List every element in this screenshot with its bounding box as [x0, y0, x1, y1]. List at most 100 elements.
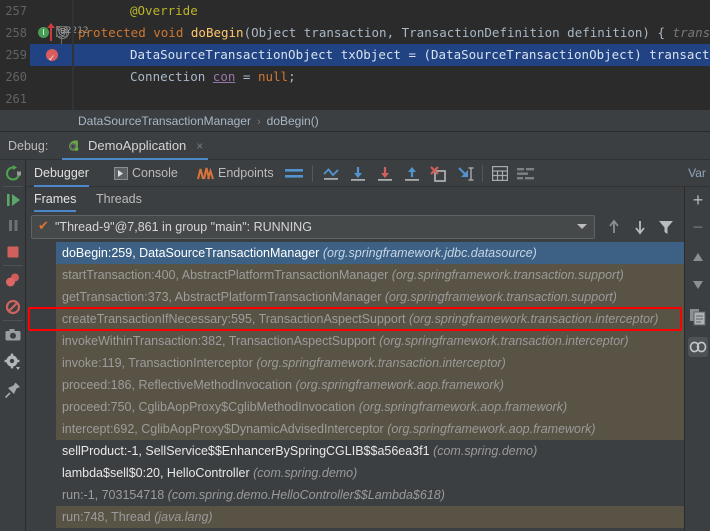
- settings-gear-icon[interactable]: [3, 352, 23, 372]
- frame-package: (org.springframework.aop.framework): [358, 400, 568, 414]
- run-configuration-tab[interactable]: DemoApplication ×: [62, 132, 209, 160]
- view-breakpoints-icon[interactable]: [3, 270, 23, 290]
- frame-package: (org.springframework.transaction.interce…: [408, 312, 659, 326]
- copy-value-icon[interactable]: [688, 307, 708, 327]
- frame-row[interactable]: invoke:119, TransactionInterceptor (org.…: [56, 352, 684, 374]
- breadcrumb-method[interactable]: doBegin(): [267, 114, 319, 128]
- step-up-frame-icon[interactable]: [604, 217, 624, 237]
- step-into-icon[interactable]: [376, 166, 394, 187]
- frame-row[interactable]: run:-1, 703154718 (com.spring.demo.Hello…: [56, 484, 684, 506]
- frame-row-highlighted[interactable]: createTransactionIfNecessary:595, Transa…: [56, 308, 684, 330]
- breadcrumb[interactable]: DataSourceTransactionManager › doBegin(): [0, 110, 710, 132]
- frame-method: run:748, Thread: [62, 510, 151, 524]
- frame-row[interactable]: proceed:186, ReflectiveMethodInvocation …: [56, 374, 684, 396]
- evaluate-expression-icon[interactable]: [491, 165, 509, 186]
- line-number: 258: [5, 26, 27, 40]
- frame-row[interactable]: proceed:750, CglibAopProxy$CglibMethodIn…: [56, 396, 684, 418]
- frame-row[interactable]: getTransaction:373, AbstractPlatformTran…: [56, 286, 684, 308]
- force-step-into-icon[interactable]: [430, 166, 448, 187]
- pin-icon[interactable]: [3, 380, 23, 400]
- frame-row[interactable]: startTransaction:400, AbstractPlatformTr…: [56, 264, 684, 286]
- tab-endpoints[interactable]: Endpoints: [196, 160, 274, 187]
- gutter-261: [32, 88, 72, 110]
- add-watch-icon[interactable]: +: [688, 190, 708, 210]
- frame-row[interactable]: doBegin:259, DataSourceTransactionManage…: [56, 242, 684, 264]
- layout-settings-icon[interactable]: [517, 167, 534, 185]
- close-icon[interactable]: ×: [196, 132, 203, 160]
- stop-icon[interactable]: [3, 242, 23, 262]
- code-line-257[interactable]: 257 @Override: [0, 0, 710, 22]
- thread-selector-dropdown[interactable]: ✔ "Thread-9"@7,861 in group "main": RUNN…: [31, 215, 595, 239]
- rerun-icon[interactable]: [3, 164, 23, 184]
- remove-watch-icon[interactable]: −: [688, 217, 708, 237]
- frame-method: createTransactionIfNecessary:595, Transa…: [62, 312, 406, 326]
- frame-row[interactable]: sellProduct:-1, SellService$$EnhancerByS…: [56, 440, 684, 462]
- frame-method: sellProduct:-1, SellService$$EnhancerByS…: [62, 444, 430, 458]
- resume-program-icon[interactable]: [3, 190, 23, 210]
- code-line-258[interactable]: 258 I @ \u2212 protected void doBegin(Ob…: [0, 22, 710, 44]
- run-to-cursor-icon[interactable]: [457, 166, 475, 187]
- method-breakpoint-icon[interactable]: I: [38, 27, 49, 38]
- tab-frames[interactable]: Frames: [34, 187, 77, 212]
- frame-package: (java.lang): [154, 510, 213, 524]
- show-execution-point-icon[interactable]: [322, 166, 340, 187]
- frame-method: intercept:692, CglibAopProxy$DynamicAdvi…: [62, 422, 384, 436]
- frame-method: doBegin:259, DataSourceTransactionManage…: [62, 246, 320, 260]
- gutter-259[interactable]: [32, 44, 72, 70]
- frame-package: (org.springframework.transaction.support…: [384, 290, 617, 304]
- breakpoint-verified-icon[interactable]: [46, 48, 58, 70]
- override-arrow-icon[interactable]: [47, 23, 55, 41]
- variables-toolbar: + −: [684, 187, 710, 531]
- line-number: 259: [0, 44, 30, 66]
- gutter-divider: [72, 44, 74, 66]
- thread-selector-bar: ✔ "Thread-9"@7,861 in group "main": RUNN…: [26, 212, 684, 242]
- move-down-icon[interactable]: [688, 275, 708, 295]
- variables-tab-header[interactable]: Var: [684, 160, 710, 187]
- console-icon: [114, 167, 128, 180]
- spring-boot-icon: [69, 140, 79, 151]
- code-line-260[interactable]: 260 Connection con = null;: [0, 66, 710, 88]
- debug-toolwindow-header: Debug: DemoApplication ×: [0, 132, 710, 160]
- chevron-down-icon[interactable]: [577, 224, 587, 229]
- tab-console[interactable]: Console: [114, 160, 178, 187]
- camera-icon[interactable]: [3, 325, 23, 345]
- step-over-icon[interactable]: [349, 166, 367, 187]
- watches-icon[interactable]: [688, 337, 708, 357]
- frame-row[interactable]: lambda$sell$0:20, HelloController (com.s…: [56, 462, 684, 484]
- code-line-259-current[interactable]: 259 DataSourceTransactionObject txObject…: [0, 44, 710, 70]
- params-token: (Object transaction, TransactionDefiniti…: [243, 25, 673, 40]
- step-out-icon[interactable]: [403, 166, 421, 187]
- code-fold-line: [61, 37, 62, 44]
- code-line-261[interactable]: 261: [0, 88, 710, 110]
- tab-debugger[interactable]: Debugger: [34, 160, 89, 187]
- line-number: 257: [5, 4, 27, 18]
- frame-row[interactable]: intercept:692, CglibAopProxy$DynamicAdvi…: [56, 418, 684, 440]
- frame-method: invoke:119, TransactionInterceptor: [62, 356, 253, 370]
- frame-row[interactable]: run:748, Thread (java.lang): [56, 506, 684, 528]
- gutter-divider: [72, 22, 74, 44]
- move-up-icon[interactable]: [688, 247, 708, 267]
- mute-breakpoints-icon[interactable]: [3, 297, 23, 317]
- breadcrumb-class[interactable]: DataSourceTransactionManager: [78, 114, 251, 128]
- debugger-tabs: Debugger Console Endpoints: [26, 160, 684, 187]
- call-stack-frames-list[interactable]: doBegin:259, DataSourceTransactionManage…: [56, 242, 684, 531]
- frame-package: (org.springframework.aop.framework): [387, 422, 596, 436]
- frames-threads-tabs: Frames Threads: [26, 187, 684, 212]
- frame-method: invokeWithinTransaction:382, Transaction…: [62, 334, 376, 348]
- frame-package: (org.springframework.transaction.support…: [391, 268, 624, 282]
- pause-program-icon[interactable]: [3, 215, 23, 235]
- settings-lines-icon[interactable]: [285, 167, 303, 186]
- code-fold-icon[interactable]: \u2212: [56, 26, 89, 37]
- code-editor[interactable]: 257 @Override 258 I @ \u2212 protected v…: [0, 0, 710, 110]
- frame-method: startTransaction:400, AbstractPlatformTr…: [62, 268, 389, 282]
- debug-label: Debug:: [8, 139, 49, 153]
- gutter-260: [32, 66, 72, 88]
- frame-row[interactable]: invokeWithinTransaction:382, Transaction…: [56, 330, 684, 352]
- step-down-frame-icon[interactable]: [630, 217, 650, 237]
- frame-method: run:-1, 703154718: [62, 488, 165, 502]
- endpoints-icon: [197, 167, 214, 180]
- line-number: 260: [5, 70, 27, 84]
- tab-threads[interactable]: Threads: [96, 187, 142, 212]
- frame-package: (org.springframework.aop.framework): [295, 378, 504, 392]
- filter-frames-icon[interactable]: [656, 217, 676, 237]
